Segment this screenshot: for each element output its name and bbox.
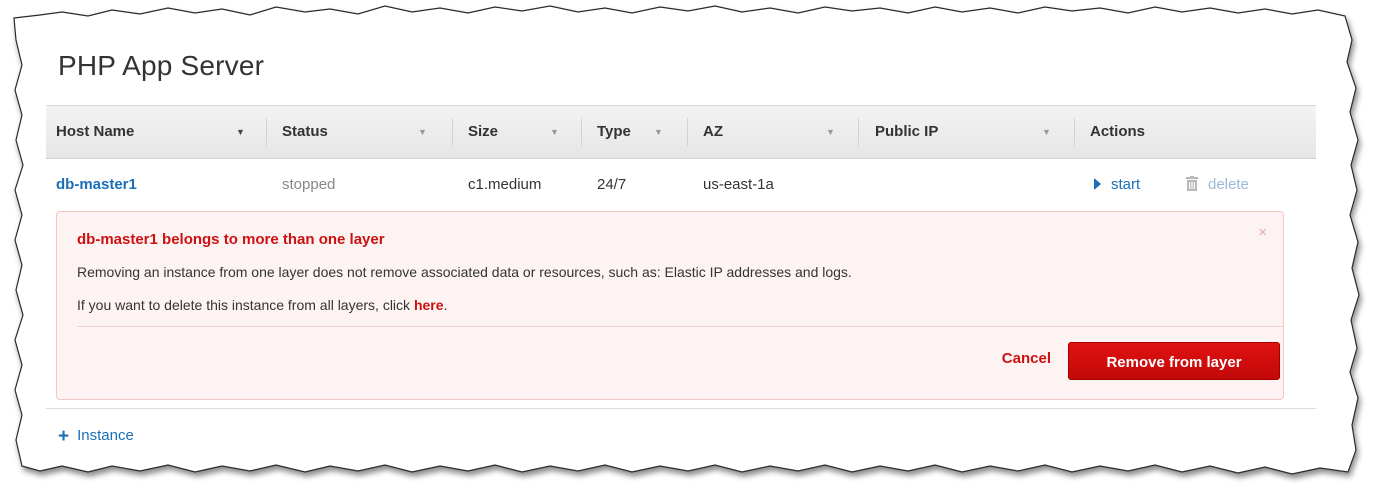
sort-caret-icon[interactable]: ▼ bbox=[1042, 106, 1051, 158]
column-label: Size bbox=[468, 123, 499, 140]
sort-caret-icon[interactable]: ▼ bbox=[826, 106, 835, 158]
hint-suffix: . bbox=[443, 297, 448, 313]
alert-divider bbox=[77, 326, 1283, 327]
az-value: us-east-1a bbox=[703, 176, 774, 193]
plus-icon: + bbox=[58, 426, 70, 447]
alert-message: Removing an instance from one layer does… bbox=[77, 264, 852, 280]
column-header-host-name[interactable]: Host Name ▼ bbox=[56, 106, 266, 158]
multi-layer-warning-alert: db-master1 belongs to more than one laye… bbox=[56, 211, 1284, 400]
column-label: Host Name bbox=[56, 123, 135, 140]
page-title: PHP App Server bbox=[58, 50, 265, 81]
column-header-status[interactable]: Status ▼ bbox=[282, 106, 452, 158]
cancel-button[interactable]: Cancel bbox=[1002, 350, 1051, 367]
close-icon[interactable]: × bbox=[1258, 224, 1267, 241]
hint-prefix: If you want to delete this instance from… bbox=[77, 297, 414, 313]
start-label: start bbox=[1111, 176, 1141, 193]
column-header-actions: Actions bbox=[1090, 106, 1290, 158]
status-value: stopped bbox=[282, 176, 336, 193]
table-row: db-master1 stopped c1.medium 24/7 us-eas… bbox=[46, 159, 1316, 211]
start-action[interactable]: start bbox=[1094, 159, 1140, 211]
trash-icon bbox=[1186, 176, 1198, 191]
alert-title: db-master1 belongs to more than one laye… bbox=[77, 231, 385, 248]
sort-caret-icon[interactable]: ▼ bbox=[550, 106, 559, 158]
instances-table-header: Host Name ▼ Status ▼ Size ▼ Type ▼ AZ ▼ … bbox=[46, 105, 1316, 159]
column-header-size[interactable]: Size ▼ bbox=[468, 106, 583, 158]
column-header-type[interactable]: Type ▼ bbox=[597, 106, 687, 158]
column-label: Type bbox=[597, 123, 631, 140]
column-label: Status bbox=[282, 123, 328, 140]
layer-panel: PHP App Server Host Name ▼ Status ▼ Size… bbox=[46, 30, 1316, 460]
divider bbox=[46, 408, 1316, 409]
column-label: Actions bbox=[1090, 123, 1146, 140]
size-value: c1.medium bbox=[468, 176, 542, 193]
delete-all-layers-link[interactable]: here bbox=[414, 297, 444, 313]
add-instance-label: Instance bbox=[77, 427, 134, 444]
alert-delete-hint: If you want to delete this instance from… bbox=[77, 297, 447, 313]
column-header-public-ip[interactable]: Public IP ▼ bbox=[875, 106, 1075, 158]
sort-caret-icon[interactable]: ▼ bbox=[418, 106, 427, 158]
delete-label: delete bbox=[1208, 176, 1249, 193]
type-value: 24/7 bbox=[597, 176, 627, 193]
play-triangle-icon bbox=[1094, 178, 1101, 190]
column-label: Public IP bbox=[875, 123, 939, 140]
column-label: AZ bbox=[703, 123, 723, 140]
add-instance-button[interactable]: + Instance bbox=[58, 426, 134, 448]
sort-caret-icon[interactable]: ▼ bbox=[236, 106, 245, 158]
delete-action[interactable]: delete bbox=[1186, 159, 1249, 211]
sort-caret-icon[interactable]: ▼ bbox=[654, 106, 663, 158]
remove-from-layer-button[interactable]: Remove from layer bbox=[1068, 342, 1280, 380]
column-header-az[interactable]: AZ ▼ bbox=[703, 106, 858, 158]
host-name-link[interactable]: db-master1 bbox=[56, 159, 137, 211]
